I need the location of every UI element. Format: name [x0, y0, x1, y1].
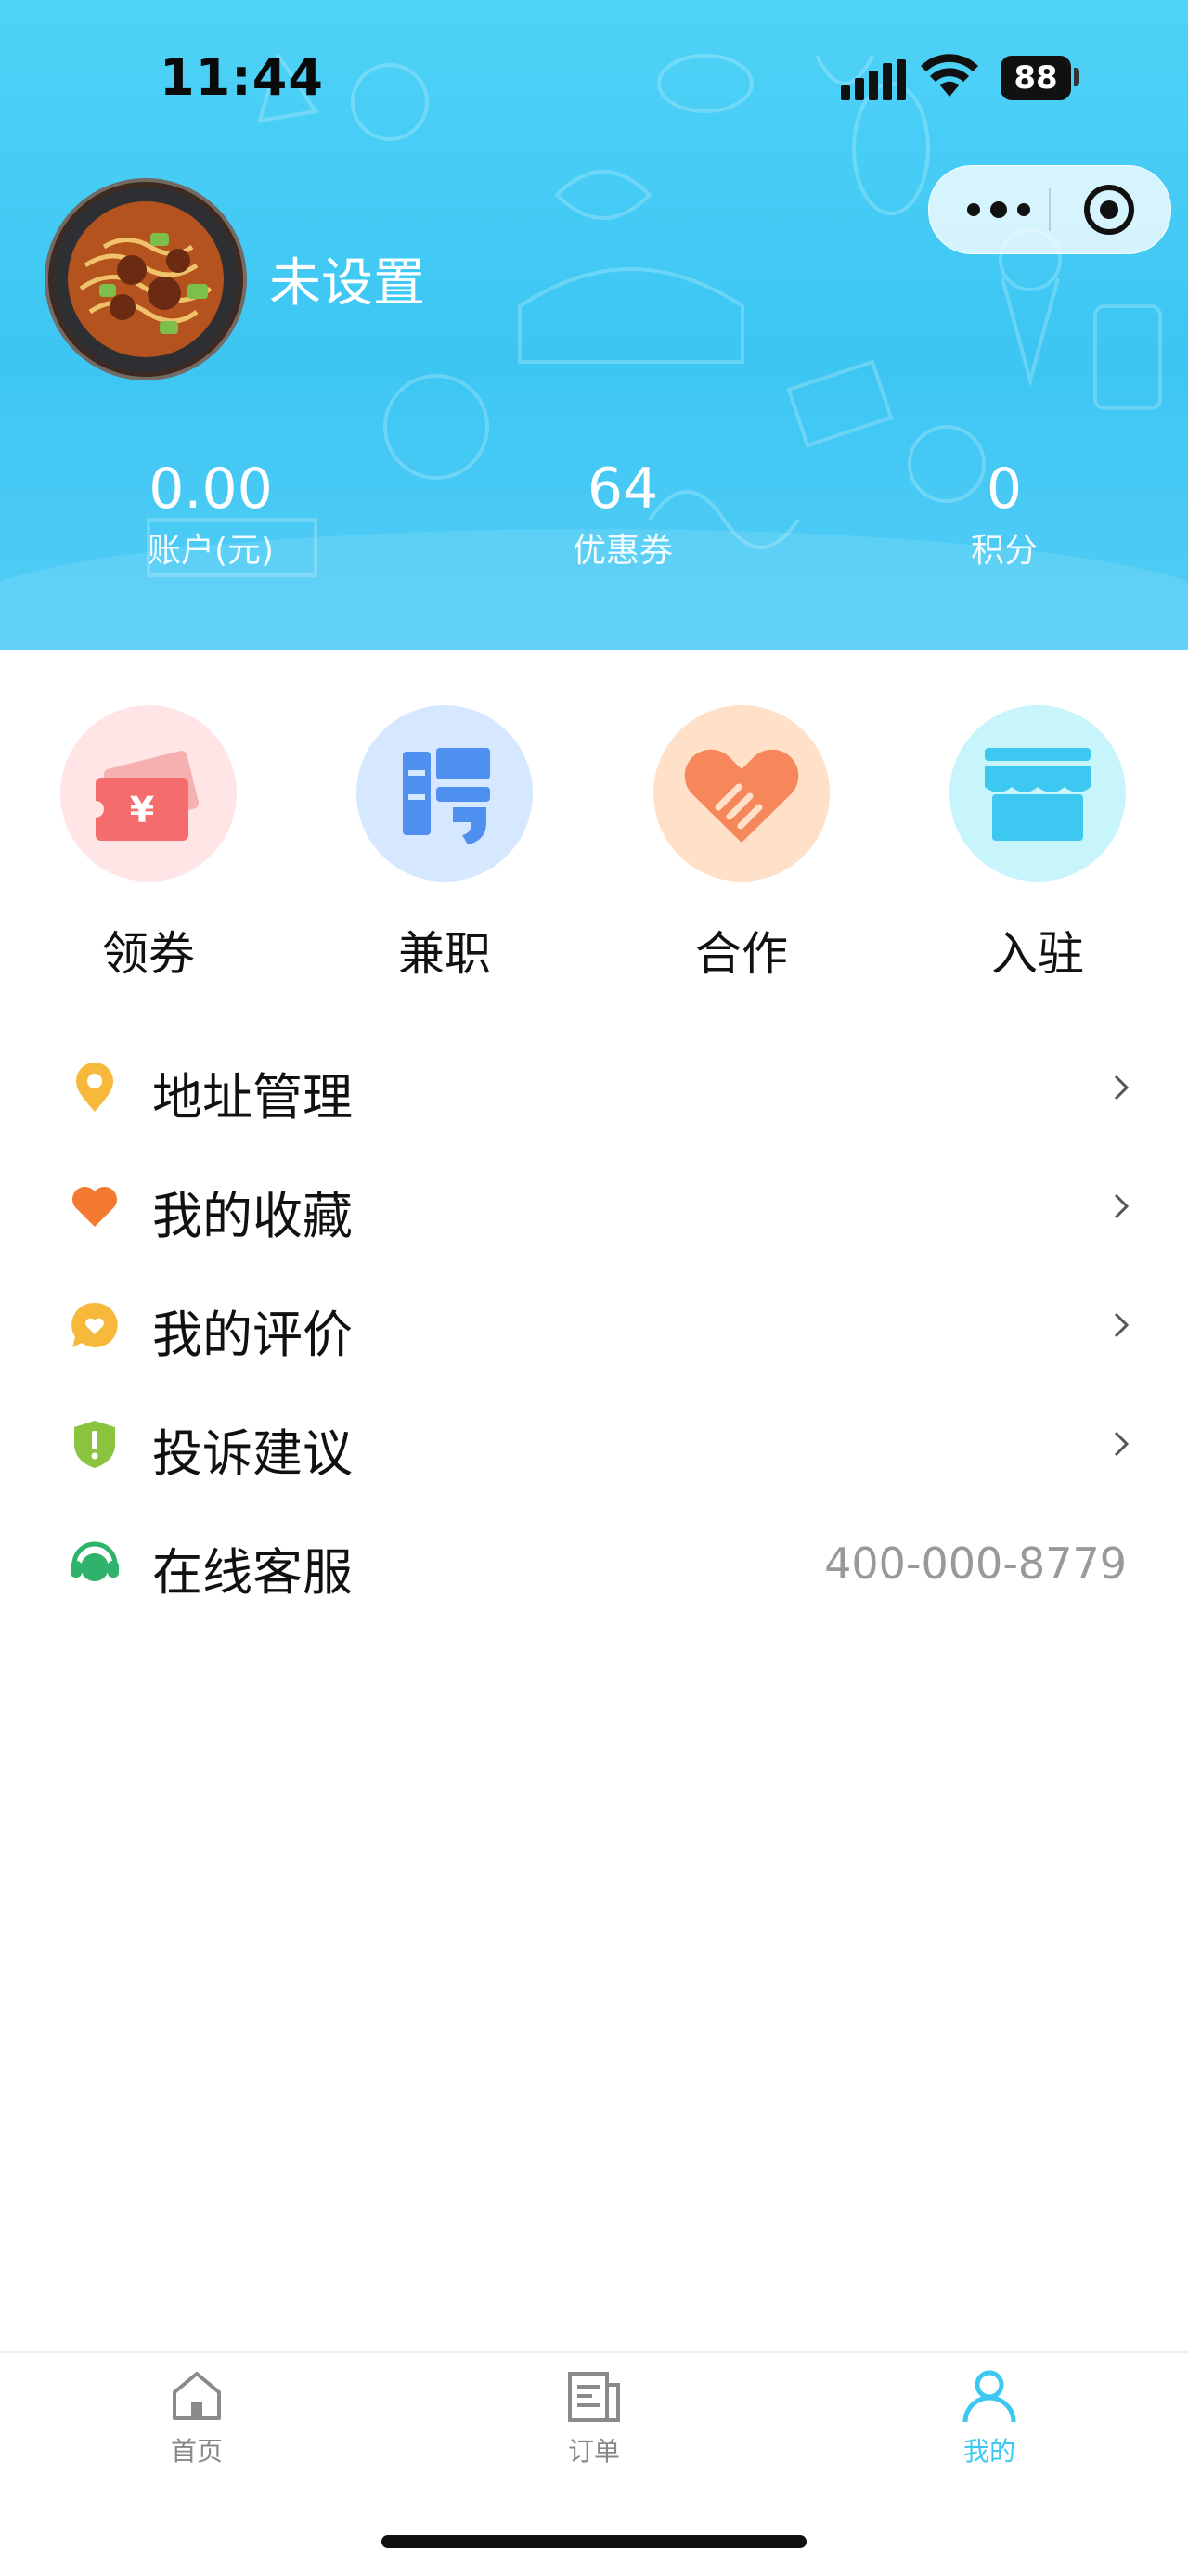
quick-action-cooperation[interactable]: 合作	[653, 705, 830, 984]
stat-label: 优惠券	[572, 532, 673, 570]
battery-tip	[1074, 68, 1079, 86]
comment-icon	[71, 1302, 118, 1347]
menu-item-feedback[interactable]: 投诉建议	[0, 1385, 1188, 1503]
recruit-icon	[403, 748, 490, 844]
menu-item-label: 我的收藏	[152, 1187, 353, 1245]
user-icon	[962, 2370, 1016, 2423]
stat-coupons[interactable]: 64 优惠券	[474, 455, 771, 579]
quick-actions: ¥ 领券 兼职 合作 入驻	[0, 705, 1188, 984]
menu-item-customer-service[interactable]: 在线客服 400-000-8779	[0, 1503, 1188, 1622]
close-miniprogram-icon[interactable]	[1078, 166, 1152, 253]
status-bar: 11:44 88	[0, 0, 1188, 158]
wifi-icon	[921, 54, 978, 97]
quick-action-coupon[interactable]: ¥ 领券	[60, 705, 237, 984]
tab-mine[interactable]: 我的	[897, 2366, 1082, 2468]
store-icon	[985, 748, 1091, 841]
cellular-signal-icon	[841, 59, 906, 100]
svg-text:¥: ¥	[130, 790, 154, 831]
quick-action-label: 合作	[695, 927, 788, 981]
noodle-bowl-image	[53, 187, 239, 372]
heart-icon	[71, 1186, 118, 1227]
tab-label: 订单	[567, 2436, 620, 2467]
stat-account[interactable]: 0.00 账户(元)	[62, 455, 359, 579]
quick-action-label: 兼职	[398, 927, 491, 981]
headset-icon	[71, 1541, 119, 1581]
stat-label: 积分	[970, 532, 1038, 570]
home-indicator	[381, 2535, 807, 2548]
location-icon	[76, 1063, 113, 1112]
tab-orders[interactable]: 订单	[501, 2366, 687, 2468]
stat-points[interactable]: 0 积分	[856, 455, 1153, 579]
quick-action-settle[interactable]: 入驻	[949, 705, 1126, 984]
recruit-icon-circle	[356, 705, 533, 882]
quick-action-parttime[interactable]: 兼职	[356, 705, 533, 984]
tab-label: 我的	[962, 2436, 1015, 2467]
menu-item-favorites[interactable]: 我的收藏	[0, 1147, 1188, 1266]
tab-home[interactable]: 首页	[104, 2366, 290, 2468]
miniprogram-capsule	[928, 165, 1171, 254]
stat-value: 64	[587, 457, 659, 522]
avatar[interactable]	[45, 178, 247, 380]
chevron-right-icon	[1114, 1431, 1130, 1457]
order-icon	[568, 2372, 620, 2422]
menu-item-label: 地址管理	[152, 1068, 353, 1127]
more-icon[interactable]	[957, 166, 1040, 253]
home-icon	[173, 2372, 221, 2420]
shield-icon	[74, 1421, 115, 1468]
stat-value: 0	[986, 457, 1023, 522]
nickname[interactable]: 未设置	[269, 241, 425, 316]
tab-label: 首页	[170, 2436, 223, 2467]
coupon-icon: ¥	[87, 751, 200, 841]
stat-value: 0.00	[148, 457, 273, 522]
chevron-right-icon	[1114, 1312, 1130, 1338]
chevron-right-icon	[1114, 1075, 1130, 1101]
battery-icon: 88	[1001, 56, 1071, 100]
status-time: 11:44	[160, 48, 324, 107]
handshake-icon-circle	[653, 705, 830, 882]
menu-item-label: 投诉建议	[152, 1424, 353, 1483]
stats-row: 0.00 账户(元) 64 优惠券 0 积分	[0, 455, 1188, 594]
stat-label: 账户(元)	[147, 532, 275, 570]
capsule-divider	[1049, 188, 1051, 231]
handshake-icon	[684, 749, 799, 843]
menu-item-reviews[interactable]: 我的评价	[0, 1266, 1188, 1385]
menu-item-label: 我的评价	[152, 1306, 353, 1364]
quick-action-label: 领券	[102, 927, 195, 981]
service-phone-number[interactable]: 400-000-8779	[824, 1539, 1127, 1589]
menu-item-label: 在线客服	[152, 1543, 353, 1602]
menu-item-address[interactable]: 地址管理	[0, 1028, 1188, 1147]
chevron-right-icon	[1114, 1193, 1130, 1219]
coupon-icon-circle: ¥	[60, 705, 237, 882]
quick-action-label: 入驻	[991, 927, 1084, 981]
profile-header: 11:44 88 未设置 0.00 账户(元) 64 优惠券 0 积分	[0, 0, 1188, 650]
store-icon-circle	[949, 705, 1126, 882]
